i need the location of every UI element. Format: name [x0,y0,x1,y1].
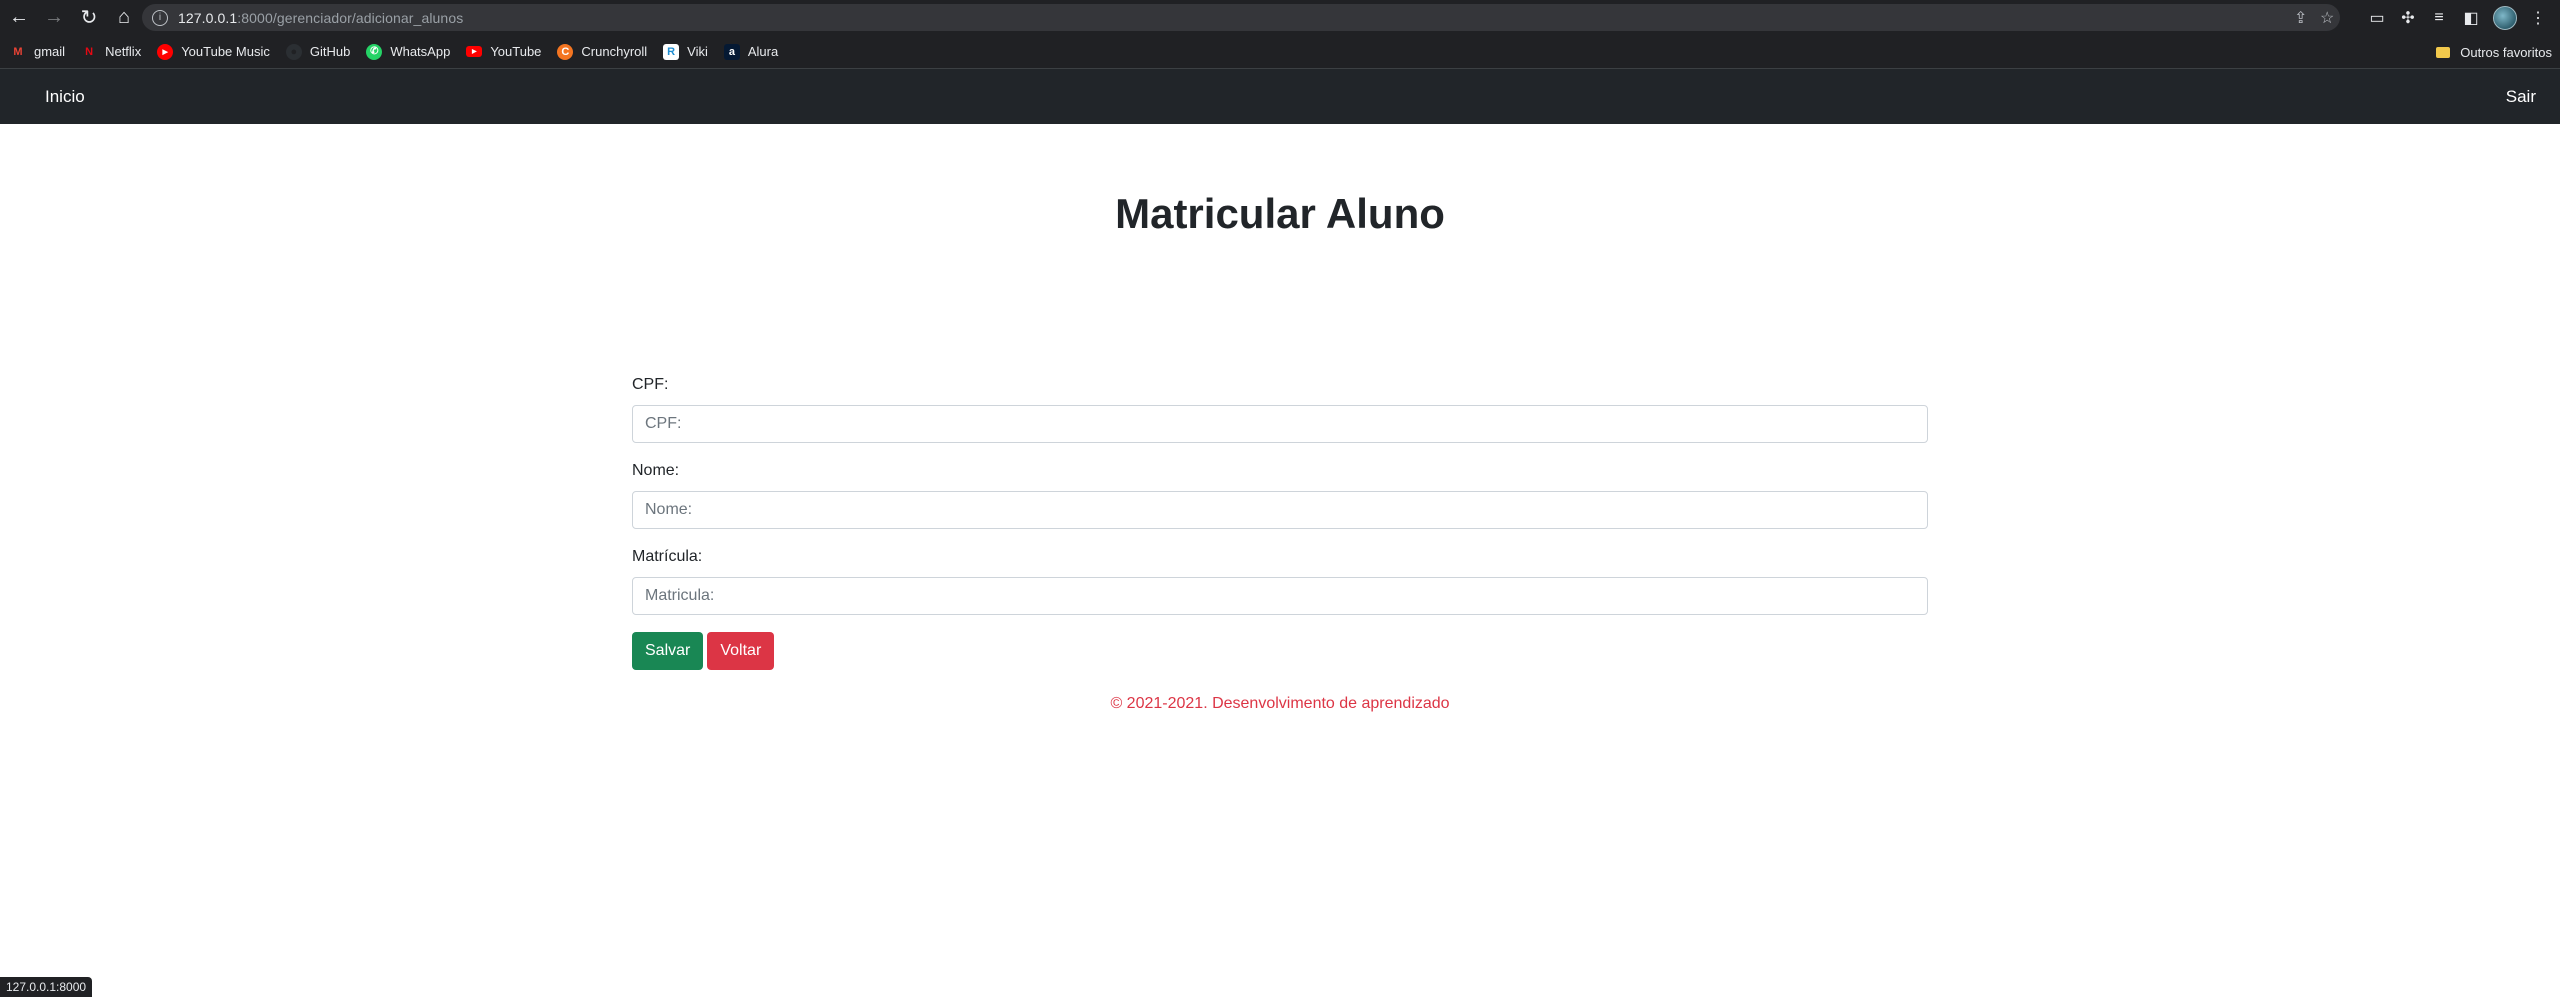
whatsapp-icon: ✆ [366,43,383,60]
other-bookmarks-label: Outros favoritos [2460,44,2552,60]
folder-icon [2436,46,2451,58]
matricula-label: Matrícula: [632,548,703,565]
bookmark-label: Alura [747,44,779,59]
cpf-input[interactable] [632,405,1928,443]
bookmark-label: YouTube Music [181,44,270,59]
youtube-icon: ▶ [466,46,483,57]
app-navbar: Inicio Sair [0,69,2560,124]
reading-list-icon[interactable]: ≡ [2427,6,2451,30]
bookmark-youtube-music[interactable]: ▶ YouTube Music [151,38,276,66]
profile-avatar[interactable] [2493,6,2517,30]
address-bar[interactable]: i 127.0.0.1:8000/gerenciador/adicionar_a… [142,4,2340,31]
cpf-label: CPF: [632,376,669,393]
nav-logout-link[interactable]: Sair [2506,69,2536,124]
back-button[interactable]: Voltar [707,632,775,670]
menu-kebab-icon[interactable]: ⋮ [2526,6,2550,30]
page-title: Matricular Aluno [1115,190,1445,237]
bookmark-whatsapp[interactable]: ✆ WhatsApp [360,38,456,66]
bookmark-label: gmail [34,44,66,59]
bookmark-viki[interactable]: R Viki [657,38,714,66]
reload-icon[interactable]: ↻ [73,2,105,34]
nome-label: Nome: [632,462,680,479]
bookmark-label: GitHub [309,44,351,59]
bookmark-youtube[interactable]: ▶ YouTube [460,38,547,66]
site-info-icon[interactable]: i [152,9,168,26]
address-url[interactable]: 127.0.0.1:8000/gerenciador/adicionar_alu… [178,10,463,26]
youtube-music-icon: ▶ [157,43,174,60]
bookmark-label: WhatsApp [390,44,451,59]
bookmark-star-icon[interactable]: ☆ [2320,8,2334,28]
bookmark-crunchyroll[interactable]: C Crunchyroll [551,38,653,66]
bookmark-label: Crunchyroll [581,44,648,59]
nome-group: Nome: [632,460,1928,546]
gmail-icon: M [13,45,23,58]
bookmark-netflix[interactable]: N Netflix [75,38,147,66]
alura-icon: a [723,43,740,60]
netflix-icon: N [85,45,94,58]
other-bookmarks[interactable]: Outros favoritos [2436,38,2552,66]
bookmark-alura[interactable]: a Alura [718,38,784,66]
crunchyroll-icon: C [557,43,574,60]
browser-toolbar: ← → ↻ ⌂ i 127.0.0.1:8000/gerenciador/adi… [0,0,2560,35]
form-actions: Salvar Voltar [632,632,775,670]
share-icon[interactable]: ⇪ [2294,8,2307,28]
nav-home-link[interactable]: Inicio [45,69,85,124]
forward-arrow-icon[interactable]: → [38,2,70,34]
side-panel-icon[interactable]: ◧ [2459,6,2483,30]
github-icon: ● [285,43,302,60]
footer-copyright: © 2021-2021. Desenvolvimento de aprendiz… [1110,695,1450,712]
bookmark-label: YouTube [490,44,542,59]
home-icon[interactable]: ⌂ [108,2,140,34]
bookmark-label: Netflix [105,44,142,59]
enroll-student-form: CPF: Nome: Matrícula: [632,374,1928,632]
bookmarks-bar: M gmail N Netflix ▶ YouTube Music ● GitH… [0,35,2560,69]
matricula-input[interactable] [632,577,1928,615]
back-arrow-icon[interactable]: ← [3,2,35,34]
cpf-group: CPF: [632,374,1928,460]
status-bubble-url: 127.0.0.1:8000 [0,977,93,997]
viki-icon: R [663,43,680,60]
extensions-puzzle-icon[interactable]: ✣ [2396,6,2420,30]
url-path: :8000/gerenciador/adicionar_alunos [237,9,464,26]
url-host: 127.0.0.1 [178,9,238,26]
matricula-group: Matrícula: [632,546,1928,632]
nome-input[interactable] [632,491,1928,529]
save-button[interactable]: Salvar [632,632,704,670]
tab-search-icon[interactable]: ▭ [2365,6,2389,30]
bookmark-github[interactable]: ● GitHub [280,38,356,66]
bookmark-gmail[interactable]: M gmail [4,38,71,66]
bookmark-label: Viki [687,44,708,59]
